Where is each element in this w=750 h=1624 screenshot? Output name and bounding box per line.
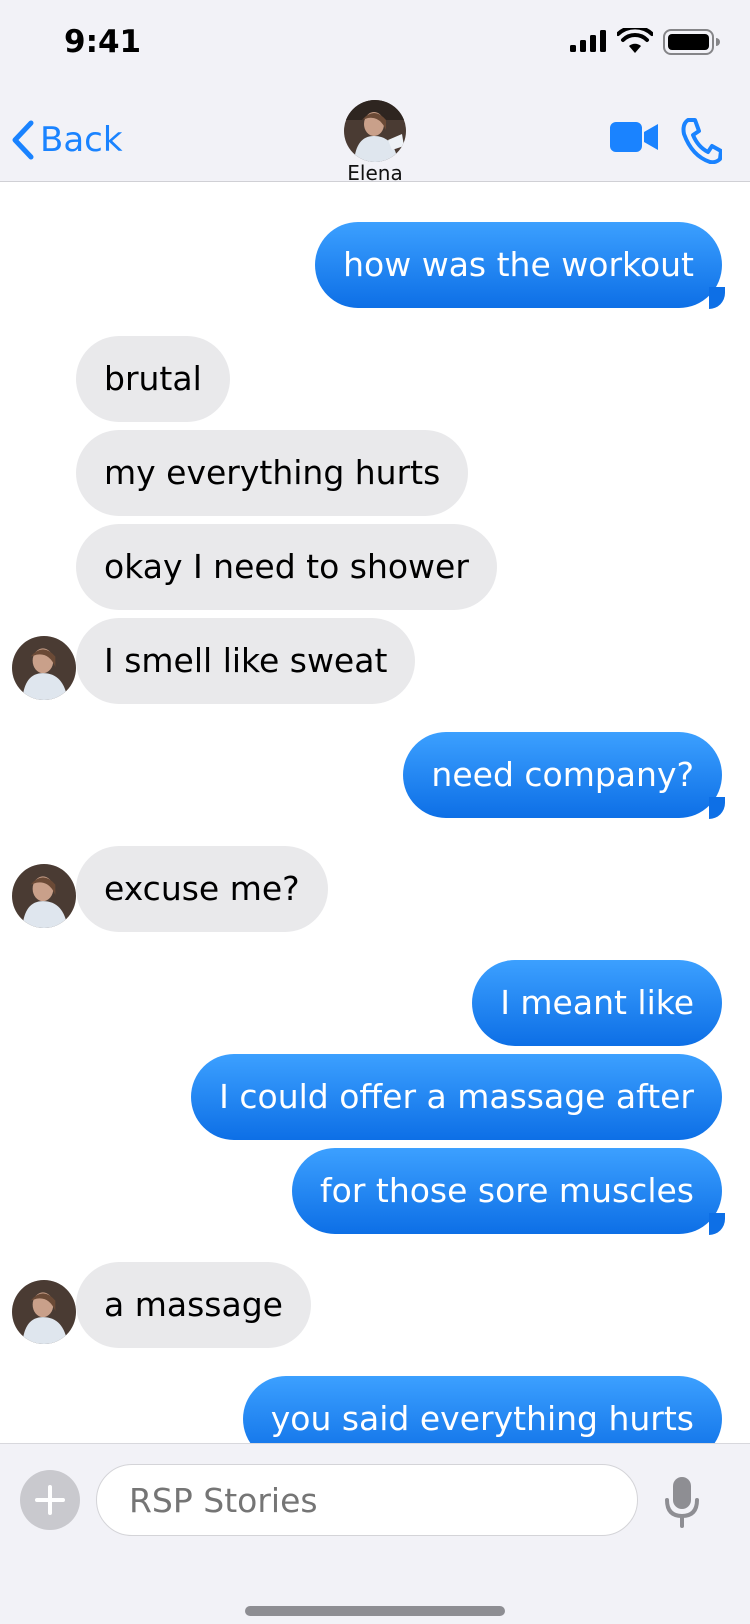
back-button[interactable]: Back bbox=[10, 116, 123, 164]
message-outgoing[interactable]: need company? bbox=[403, 732, 722, 818]
back-chevron-icon bbox=[12, 120, 34, 160]
plus-icon bbox=[35, 1485, 65, 1515]
bubble-tail bbox=[709, 797, 725, 819]
message-incoming[interactable]: a massage bbox=[76, 1262, 311, 1348]
message-incoming[interactable]: my everything hurts bbox=[76, 430, 469, 516]
contact-info[interactable]: Elena bbox=[330, 100, 420, 186]
battery-icon bbox=[663, 29, 720, 55]
chat-header: 9:41 Back Elena bbox=[0, 0, 750, 185]
message-thread[interactable]: how was the workout brutal my everything… bbox=[0, 183, 750, 1443]
message-outgoing[interactable]: for those sore muscles bbox=[292, 1148, 722, 1234]
composer-bar bbox=[0, 1443, 750, 1624]
status-time: 9:41 bbox=[64, 24, 142, 60]
signal-icon bbox=[570, 30, 606, 52]
sender-avatar[interactable] bbox=[12, 636, 76, 700]
sender-avatar[interactable] bbox=[12, 1280, 76, 1344]
sender-avatar[interactable] bbox=[12, 864, 76, 928]
message-outgoing[interactable]: you said everything hurts bbox=[242, 1376, 722, 1443]
back-label: Back bbox=[40, 120, 123, 160]
phone-icon[interactable] bbox=[680, 118, 722, 164]
home-indicator bbox=[245, 1606, 505, 1616]
message-outgoing[interactable]: I could offer a massage after bbox=[191, 1054, 722, 1140]
wifi-icon bbox=[617, 28, 653, 53]
message-input[interactable] bbox=[96, 1464, 638, 1536]
status-icons bbox=[570, 28, 724, 56]
plus-button[interactable] bbox=[20, 1470, 80, 1530]
bubble-tail bbox=[709, 287, 725, 309]
message-incoming[interactable]: I smell like sweat bbox=[76, 618, 416, 704]
microphone-icon[interactable] bbox=[664, 1476, 700, 1528]
message-incoming[interactable]: excuse me? bbox=[76, 846, 328, 932]
message-incoming[interactable]: okay I need to shower bbox=[76, 524, 497, 610]
message-outgoing[interactable]: I meant like bbox=[472, 960, 722, 1046]
contact-avatar bbox=[344, 100, 406, 162]
message-incoming[interactable]: brutal bbox=[76, 336, 230, 422]
message-outgoing[interactable]: how was the workout bbox=[315, 222, 722, 308]
video-camera-icon[interactable] bbox=[610, 120, 660, 154]
bubble-tail bbox=[709, 1213, 725, 1235]
